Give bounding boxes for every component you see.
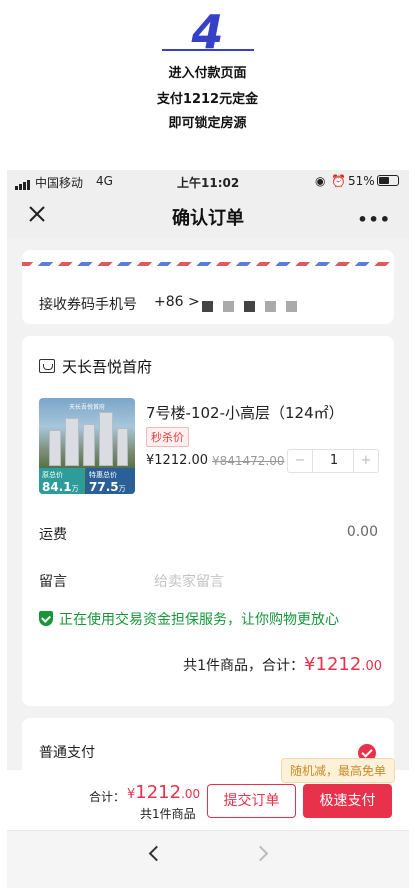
back-arrow-icon[interactable] [148, 845, 165, 862]
order-card: 天长吾悦首府 天长吾悦首府 原总价 84.1万元 特惠总价 77.5万元 7号楼… [22, 336, 394, 706]
phone-screen: 中国移动 4G 上午11:02 ◉ ⏰ 51% 确认订单 ••• 接收券码手机号… [7, 170, 409, 888]
step-line-3: 即可锁定房源 [168, 116, 247, 131]
step-underline [162, 49, 254, 51]
submit-order-button[interactable]: 提交订单 [207, 784, 296, 818]
network-type: 4G [96, 174, 113, 188]
lock-rotation-icon: ◉ [315, 174, 326, 188]
chevron-right-icon: > [188, 294, 200, 310]
summary-amount: 1212 [315, 654, 362, 675]
fast-pay-button[interactable]: 极速支付 [303, 784, 392, 818]
carrier: 中国移动 [35, 176, 84, 190]
decrease-button[interactable]: − [288, 450, 313, 472]
shop-name[interactable]: 天长吾悦首府 [62, 356, 152, 377]
phone-prefix[interactable]: +86 > [154, 294, 200, 310]
status-bar: 中国移动 4G 上午11:02 ◉ ⏰ 51% [7, 170, 409, 192]
step-line-1: 进入付款页面 [168, 66, 247, 81]
page-title: 确认订单 [172, 208, 244, 229]
quantity-stepper: − 1 + [287, 449, 379, 473]
flash-sale-tag: 秒杀价 [146, 427, 189, 447]
masked-phone-number [202, 297, 307, 312]
browser-toolbar [7, 830, 409, 888]
country-code: +86 [154, 294, 184, 310]
message-input[interactable]: 给卖家留言 [154, 571, 224, 591]
order-summary: 共1件商品，合计：¥1212.00 [183, 654, 382, 675]
shipping-label: 运费 [39, 527, 67, 543]
special-total-badge: 特惠总价 77.5万元 [86, 468, 135, 494]
guarantee-text: 正在使用交易资金担保服务，让你购物更放心 [59, 612, 339, 628]
message-label: 留言 [39, 574, 67, 590]
payment-label: 普通支付 [39, 745, 95, 761]
phone-card: 接收券码手机号 +86 > [22, 250, 394, 324]
increase-button[interactable]: + [353, 450, 378, 472]
product-title[interactable]: 7号楼-102-小高层（124㎡） [146, 402, 344, 423]
product-price: ¥1212.00 [146, 453, 209, 468]
step-number: 4 [191, 5, 224, 59]
item-count: 共1件商品 [140, 807, 196, 821]
battery-icon [377, 175, 399, 186]
shipping-value: 0.00 [346, 524, 378, 540]
total-label: 合计： [89, 790, 126, 804]
forward-arrow-icon[interactable] [252, 845, 269, 862]
more-icon[interactable]: ••• [357, 210, 391, 229]
original-total-badge: 原总价 84.1万元 [39, 468, 85, 494]
shield-check-icon [39, 611, 53, 626]
product-image[interactable]: 天长吾悦首府 原总价 84.1万元 特惠总价 77.5万元 [39, 398, 135, 494]
store-icon [39, 359, 55, 373]
alarm-icon: ⏰ [331, 174, 346, 188]
guarantee-notice: 正在使用交易资金担保服务，让你购物更放心 [39, 609, 339, 629]
phone-label: 接收券码手机号 [39, 297, 137, 313]
nav-bar: 确认订单 ••• [7, 192, 409, 238]
clock: 上午11:02 [177, 176, 240, 190]
step-line-2: 支付1212元定金 [156, 92, 259, 107]
signal-icon [15, 176, 31, 190]
original-price: ¥841472.00 [212, 454, 285, 468]
quantity-value[interactable]: 1 [313, 450, 355, 472]
battery-percent: 51% [348, 174, 375, 188]
envelope-stripe [22, 262, 394, 266]
step-header: 4 进入付款页面 支付1212元定金 即可锁定房源 [0, 0, 415, 170]
total-amount: ¥1212.00 [127, 782, 201, 803]
promo-badge: 随机减，最高免单 [280, 758, 395, 783]
